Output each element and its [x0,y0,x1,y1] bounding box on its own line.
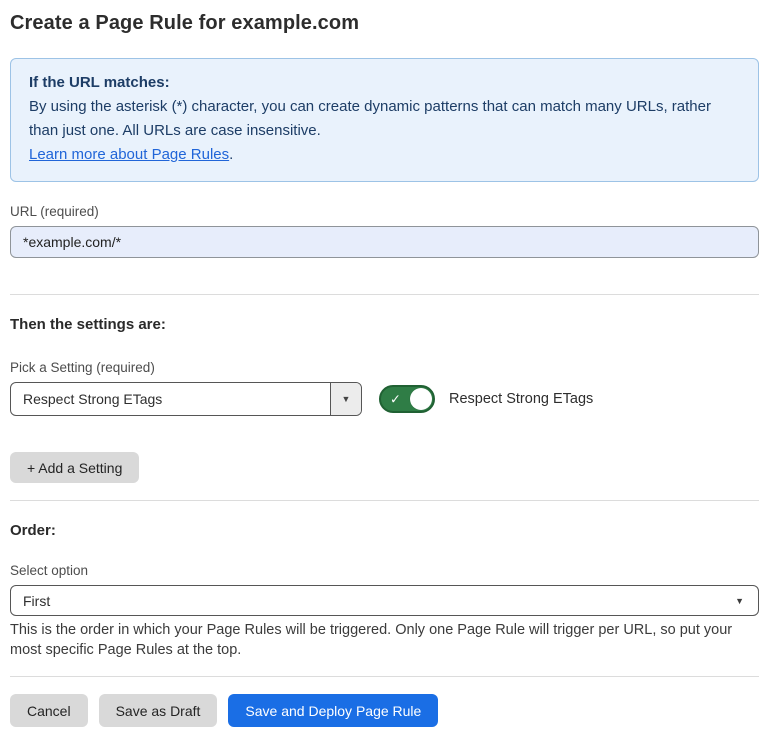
url-field: URL (required) [10,204,759,258]
url-match-info-box: If the URL matches: By using the asteris… [10,58,759,182]
create-page-rule-form: Create a Page Rule for example.com If th… [0,0,769,741]
chevron-down-icon[interactable]: ▼ [330,383,361,415]
etags-toggle-group: ✓ Respect Strong ETags [379,385,593,413]
order-help-text: This is the order in which your Page Rul… [10,621,755,660]
etags-toggle[interactable]: ✓ [379,385,435,413]
etags-toggle-label: Respect Strong ETags [449,391,593,407]
url-input[interactable] [10,226,759,258]
save-as-draft-button[interactable]: Save as Draft [99,694,218,727]
page-title: Create a Page Rule for example.com [10,12,759,35]
setting-select[interactable]: Respect Strong ETags ▼ [10,382,362,416]
setting-row: Respect Strong ETags ▼ ✓ Respect Strong … [10,382,759,416]
info-box-body: By using the asterisk (*) character, you… [29,95,740,143]
chevron-down-icon: ▼ [735,586,758,615]
add-setting-button[interactable]: + Add a Setting [10,452,139,483]
pick-setting-label: Pick a Setting (required) [10,360,759,375]
divider [10,294,759,295]
order-select-value: First [11,586,735,615]
save-and-deploy-button[interactable]: Save and Deploy Page Rule [228,694,438,727]
learn-more-link[interactable]: Learn more about Page Rules [29,146,229,163]
order-field: Select option First ▼ This is the order … [10,563,759,660]
order-select[interactable]: First ▼ [10,585,759,616]
order-section-heading: Order: [10,522,759,539]
order-select-label: Select option [10,563,759,578]
toggle-knob [410,388,432,410]
setting-select-value: Respect Strong ETags [11,383,330,415]
settings-section-heading: Then the settings are: [10,316,759,333]
divider [10,676,759,677]
info-box-heading: If the URL matches: [29,71,740,95]
pick-setting-field: Pick a Setting (required) Respect Strong… [10,360,759,416]
info-box-link-row: Learn more about Page Rules. [29,143,740,167]
url-label: URL (required) [10,204,759,219]
link-suffix: . [229,146,233,163]
check-icon: ✓ [390,393,401,406]
cancel-button[interactable]: Cancel [10,694,88,727]
form-actions: Cancel Save as Draft Save and Deploy Pag… [10,694,759,727]
divider [10,500,759,501]
